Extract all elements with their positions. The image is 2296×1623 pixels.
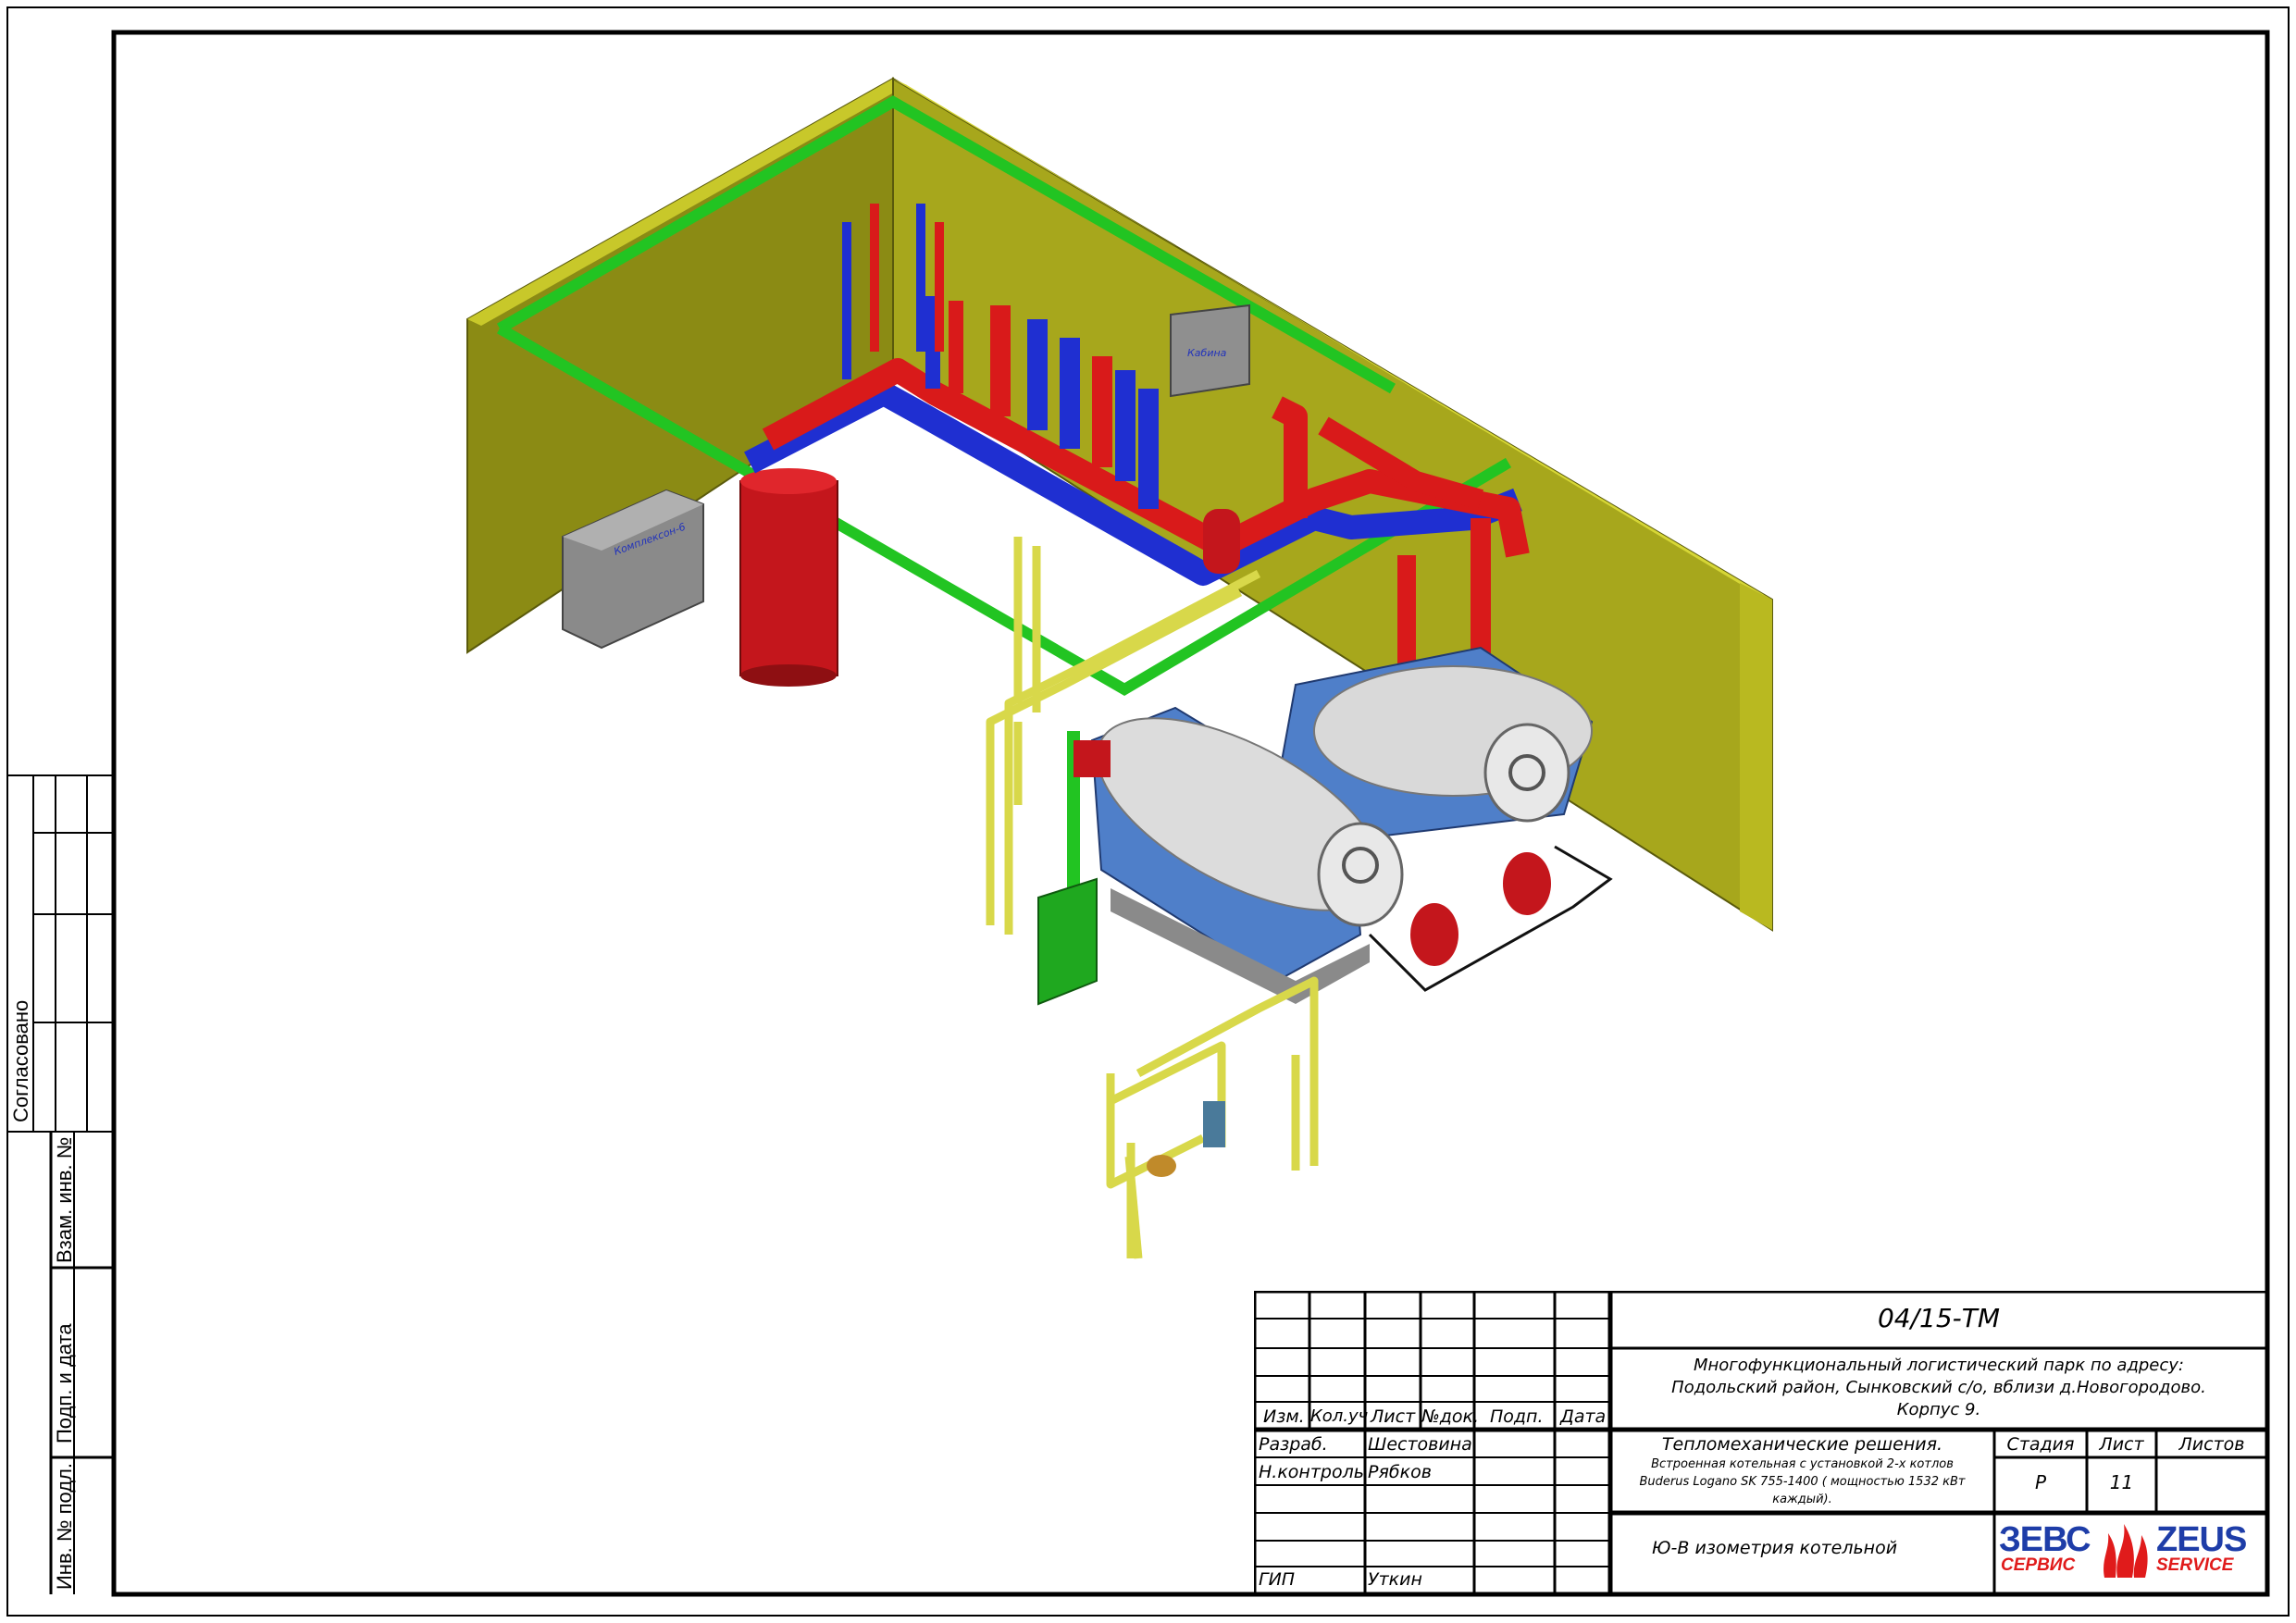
gas-filter	[1203, 1101, 1225, 1147]
hdr-kol: Кол.уч	[1310, 1406, 1369, 1426]
gas-valve	[1147, 1155, 1176, 1177]
hdr-list: Лист	[1371, 1406, 1416, 1427]
section-name: Тепломеханические решения.	[1661, 1434, 1943, 1455]
desc-line-2: Buderus Logano SK 755-1400 ( мощностью 1…	[1639, 1475, 1966, 1489]
hdr-izm: Изм.	[1263, 1406, 1305, 1427]
name-gip: Уткин	[1368, 1569, 1422, 1590]
logo-left-top: ЗЕВС	[1999, 1520, 2091, 1559]
role-nkontrol: Н.контроль	[1259, 1462, 1364, 1482]
wall-end	[1740, 583, 1772, 930]
expansion-tank-2	[1503, 852, 1551, 915]
hdr-ndok: №док.	[1421, 1406, 1480, 1427]
role-gip: ГИП	[1259, 1569, 1296, 1590]
logo-right-top: ZEUS	[2156, 1520, 2247, 1559]
expansion-vessel	[1203, 509, 1240, 574]
side-stamp-sign-date: Подп. и дата	[53, 1323, 76, 1443]
hdr-stadia: Стадия	[2006, 1434, 2075, 1455]
expansion-tank-1	[1410, 903, 1458, 966]
hdr-podp: Подп.	[1490, 1406, 1544, 1427]
flame-icon	[2104, 1524, 2148, 1578]
doc-code: 04/15-ТМ	[1877, 1303, 2001, 1333]
desc-line-3: каждый).	[1772, 1493, 1832, 1506]
storage-tank	[739, 480, 838, 676]
hdr-listov: Листов	[2178, 1434, 2245, 1455]
storage-tank-bottom	[740, 664, 837, 687]
boiler-1-door	[1317, 822, 1404, 927]
object-line-3: Корпус 9.	[1896, 1400, 1981, 1419]
company-logo: ЗЕВС СЕРВИС ZEUS SERVICE	[1999, 1520, 2258, 1585]
desc-line-1: Встроенная котельная с установкой 2-х ко…	[1651, 1457, 1954, 1471]
role-razrab: Разраб.	[1259, 1434, 1328, 1455]
sheet-title: Ю-В изометрия котельной	[1652, 1538, 1898, 1558]
name-nkontrol: Рябков	[1368, 1462, 1432, 1482]
logo-right-bottom: SERVICE	[2156, 1555, 2234, 1575]
side-stamp-agreed: Согласовано	[9, 999, 32, 1122]
burner-1	[1074, 740, 1111, 777]
name-razrab: Шестовина	[1368, 1434, 1472, 1455]
boiler-room-isometric: Кабина Комплексон-6	[466, 77, 1773, 1259]
list-value: 11	[2109, 1471, 2134, 1493]
hdr-data: Дата	[1560, 1406, 1607, 1427]
electric-panel	[1037, 877, 1098, 1006]
boiler-2-door	[1483, 723, 1570, 823]
side-stamp-inv-original: Инв. № подл.	[53, 1462, 76, 1590]
logo-left-bottom: СЕРВИС	[2001, 1555, 2076, 1575]
stadia-value: Р	[2034, 1471, 2047, 1493]
drain-line	[1368, 845, 1613, 992]
control-cabinet-label: Кабина	[1187, 347, 1227, 359]
side-stamp-replace-inv: Взам. инв. №	[53, 1136, 76, 1263]
object-line-1: Многофункциональный логистический парк п…	[1694, 1356, 2184, 1375]
object-line-2: Подольский район, Сынковский с/о, вблизи…	[1671, 1378, 2206, 1397]
hdr-list2: Лист	[2099, 1434, 2144, 1455]
